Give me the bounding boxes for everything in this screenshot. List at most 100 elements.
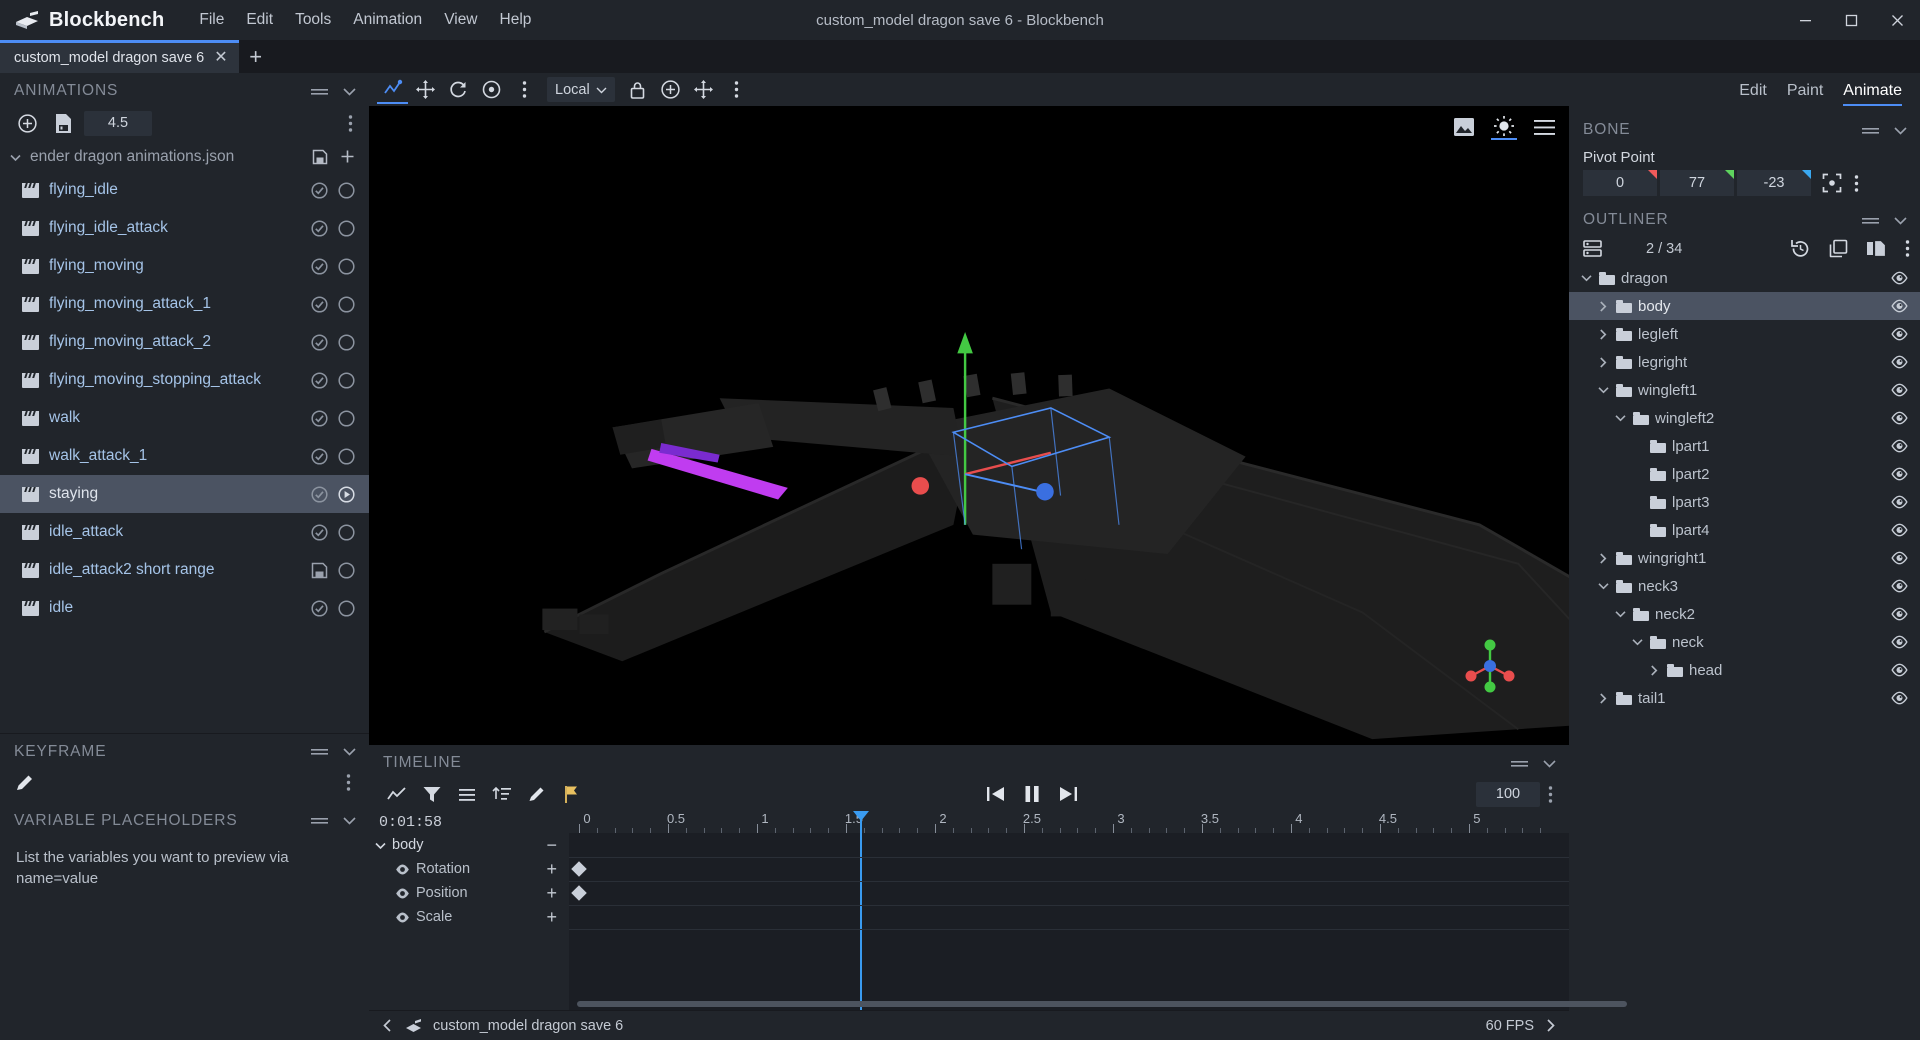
animation-file-row[interactable]: ender dragon animations.json [0,143,369,171]
rotate-tool-icon[interactable] [443,75,474,104]
visibility-eye-icon[interactable] [1891,383,1908,397]
visibility-eye-icon[interactable] [1891,691,1908,705]
center-pivot-icon[interactable] [1822,173,1842,193]
transform-space-select[interactable]: Local [547,77,615,102]
saved-check-icon[interactable] [311,181,328,199]
chevron-down-icon[interactable] [1542,758,1557,769]
drag-handle-icon[interactable] [311,86,328,97]
play-animation-icon[interactable] [338,371,355,389]
chevron-down-icon[interactable] [1596,385,1610,395]
variable-placeholders-input[interactable]: List the variables you want to preview v… [0,837,369,891]
close-tab-icon[interactable]: ✕ [214,50,227,66]
visibility-eye-icon[interactable] [1891,551,1908,565]
saved-check-icon[interactable] [311,295,328,313]
saved-check-icon[interactable] [311,523,328,541]
panel-menu-icon[interactable] [1531,114,1557,140]
animations-overflow-menu-icon[interactable] [348,114,359,133]
add-keyframe-icon[interactable]: + [546,907,569,928]
animation-list-item[interactable]: walk [0,399,369,437]
play-animation-icon[interactable] [338,599,355,617]
saved-check-icon[interactable] [311,219,328,237]
playhead[interactable] [853,811,870,1010]
menu-help[interactable]: Help [489,5,543,35]
outliner-item-neck2[interactable]: neck2 [1569,600,1920,628]
pause-icon[interactable] [1022,784,1042,804]
outliner-item-neck[interactable]: neck [1569,628,1920,656]
visibility-eye-icon[interactable] [1891,467,1908,481]
outliner-item-head[interactable]: head [1569,656,1920,684]
flag-icon[interactable] [556,780,587,809]
chevron-down-icon[interactable] [342,815,357,826]
chevron-down-icon[interactable] [1630,637,1644,647]
drag-handle-icon[interactable] [311,815,328,826]
chevron-down-icon[interactable] [1613,413,1627,423]
outliner-item-lpart4[interactable]: lpart4 [1569,516,1920,544]
menu-animation[interactable]: Animation [342,5,433,35]
timeline-channel-scale[interactable]: Scale + [369,905,569,929]
saved-check-icon[interactable] [311,333,328,351]
pivot-z-field[interactable]: -23 [1737,170,1811,196]
outliner-item-wingright1[interactable]: wingright1 [1569,544,1920,572]
outliner-item-wingleft2[interactable]: wingleft2 [1569,404,1920,432]
minimize-icon[interactable] [1782,0,1828,40]
visibility-eye-icon[interactable] [1891,327,1908,341]
timeline-channel-rotation[interactable]: Rotation + [369,857,569,881]
filter-icon[interactable] [416,780,447,809]
chevron-right-icon[interactable] [1596,328,1610,341]
play-animation-icon[interactable] [338,485,355,503]
drag-handle-icon[interactable] [1511,758,1528,769]
drag-handle-icon[interactable] [311,746,328,757]
visibility-eye-icon[interactable] [1891,411,1908,425]
save-file-icon[interactable] [48,109,78,137]
image-icon[interactable] [1451,114,1477,140]
animation-list-item[interactable]: flying_moving_attack_2 [0,323,369,361]
chevron-right-icon[interactable] [1647,664,1661,677]
saved-check-icon[interactable] [311,447,328,465]
play-animation-icon[interactable] [338,523,355,541]
play-animation-icon[interactable] [338,561,355,579]
add-keyframe-icon[interactable]: + [546,883,569,904]
pencil-icon[interactable] [14,772,35,793]
chevron-down-icon[interactable] [1579,273,1593,283]
outliner-item-lpart3[interactable]: lpart3 [1569,488,1920,516]
timeline-tracks[interactable]: 00.511.522.533.544.55 [569,811,1627,1010]
collapse-bone-icon[interactable]: − [546,835,569,856]
visibility-eye-icon[interactable] [1891,299,1908,313]
animation-list-item[interactable]: flying_idle_attack [0,209,369,247]
animation-list-item[interactable]: staying [0,475,369,513]
skip-next-icon[interactable] [1058,785,1079,803]
save-icon[interactable] [312,149,328,165]
brightness-icon[interactable] [1491,114,1517,140]
outliner-item-tail1[interactable]: tail1 [1569,684,1920,712]
viewport-overflow-menu-icon[interactable] [509,75,540,104]
move-tool-icon[interactable] [410,75,441,104]
maximize-icon[interactable] [1828,0,1874,40]
timeline-ruler[interactable]: 00.511.522.533.544.55 [569,811,1569,833]
copy-icon[interactable] [1829,239,1848,258]
play-animation-icon[interactable] [338,257,355,275]
chevron-right-icon[interactable] [1596,692,1610,705]
menu-edit[interactable]: Edit [235,5,284,35]
eye-icon[interactable] [395,887,410,900]
outliner-item-legright[interactable]: legright [1569,348,1920,376]
duplicate-icon[interactable] [1866,239,1887,258]
outliner-item-lpart1[interactable]: lpart1 [1569,432,1920,460]
chevron-right-icon[interactable] [1596,356,1610,369]
animation-list-item[interactable]: flying_moving_stopping_attack [0,361,369,399]
close-icon[interactable] [1874,0,1920,40]
resize-icon[interactable] [688,75,719,104]
lock-icon[interactable] [622,75,653,104]
animation-list-item[interactable]: idle_attack2 short range [0,551,369,589]
chevron-right-icon[interactable] [1596,300,1610,313]
pivot-y-field[interactable]: 77 [1660,170,1734,196]
play-animation-icon[interactable] [338,447,355,465]
saved-check-icon[interactable] [311,371,328,389]
chevron-down-icon[interactable] [1596,581,1610,591]
tab-animate[interactable]: Animate [1843,82,1902,106]
plus-icon[interactable] [340,149,355,165]
timeline-overflow-menu-icon[interactable] [1548,785,1559,804]
chevron-down-icon[interactable] [1893,215,1908,226]
unsaved-disk-icon[interactable] [311,562,328,579]
saved-check-icon[interactable] [311,485,328,503]
visibility-eye-icon[interactable] [1891,523,1908,537]
